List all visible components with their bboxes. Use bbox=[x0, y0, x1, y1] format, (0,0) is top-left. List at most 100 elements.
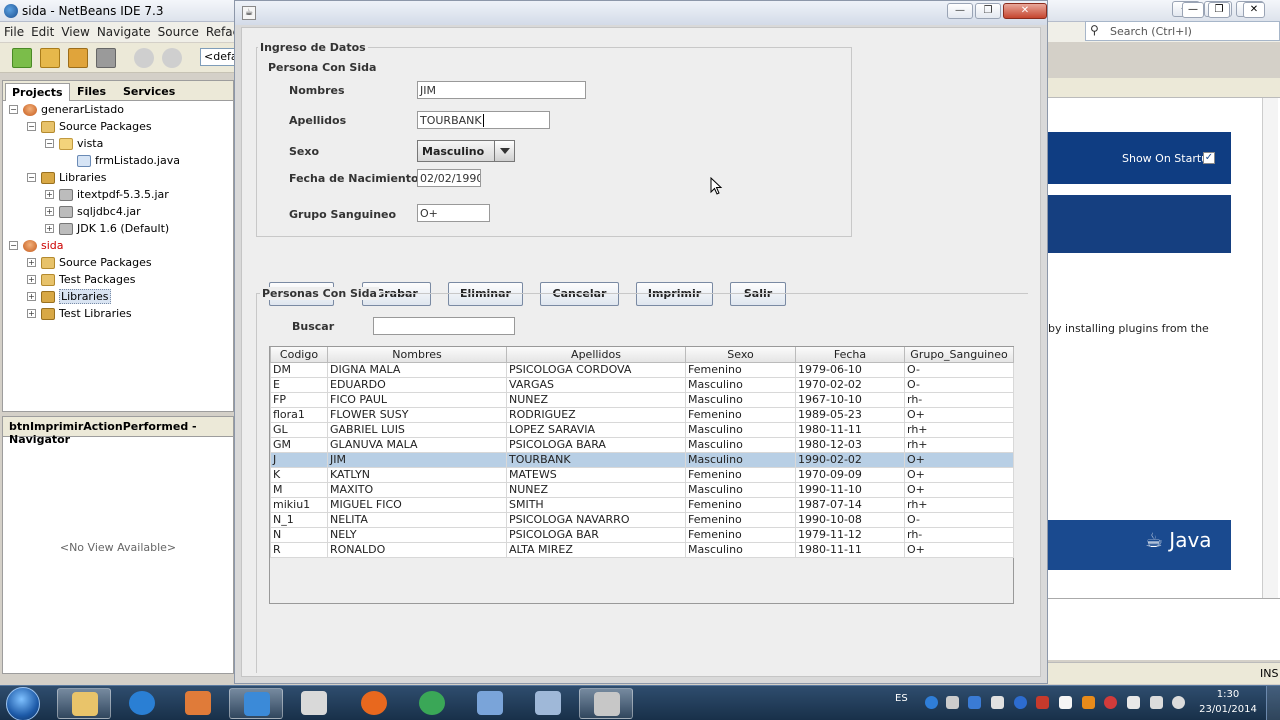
bluetooth-icon[interactable] bbox=[1014, 696, 1027, 709]
table-row[interactable]: J JIM TOURBANK Masculino 1990-02-02 O+ bbox=[270, 451, 1014, 468]
table-cell[interactable]: 1970-02-02 bbox=[795, 376, 905, 393]
table-cell[interactable]: M bbox=[270, 481, 328, 498]
menu-file[interactable]: File bbox=[4, 25, 24, 39]
table-cell[interactable]: 1990-10-08 bbox=[795, 511, 905, 528]
table-cell[interactable]: E bbox=[270, 376, 328, 393]
tree-item[interactable]: − Libraries bbox=[27, 169, 107, 186]
menu-navigate[interactable]: Navigate bbox=[97, 25, 151, 39]
taskbar-app-button[interactable] bbox=[579, 688, 633, 719]
table-cell[interactable]: PSICOLOGA NAVARRO bbox=[506, 511, 686, 528]
menu-view[interactable]: View bbox=[61, 25, 89, 39]
table-cell[interactable]: GL bbox=[270, 421, 328, 438]
table-cell[interactable]: rh+ bbox=[904, 496, 1014, 513]
tree-item[interactable]: frmListado.java bbox=[63, 152, 180, 169]
taskbar-app-button[interactable] bbox=[463, 688, 517, 719]
table-cell[interactable]: DIGNA MALA bbox=[327, 361, 507, 378]
table-cell[interactable]: TOURBANK bbox=[506, 451, 686, 468]
tab-services[interactable]: Services bbox=[117, 83, 181, 101]
table-cell[interactable]: JIM bbox=[327, 451, 507, 468]
table-cell[interactable]: FP bbox=[270, 391, 328, 408]
table-cell[interactable]: 1990-11-10 bbox=[795, 481, 905, 498]
table-cell[interactable]: Femenino bbox=[685, 406, 796, 423]
expand-icon[interactable]: + bbox=[27, 309, 36, 318]
table-cell[interactable]: Femenino bbox=[685, 511, 796, 528]
taskbar-app-button[interactable] bbox=[287, 688, 341, 719]
table-cell[interactable]: O+ bbox=[904, 481, 1014, 498]
table-cell[interactable]: NELITA bbox=[327, 511, 507, 528]
collapse-icon[interactable]: − bbox=[27, 122, 36, 131]
table-cell[interactable]: SMITH bbox=[506, 496, 686, 513]
column-header[interactable]: Fecha bbox=[795, 347, 905, 363]
column-header[interactable]: Codigo bbox=[270, 347, 328, 363]
table-cell[interactable]: KATLYN bbox=[327, 466, 507, 483]
show-on-startup-checkbox[interactable]: ✓ bbox=[1203, 152, 1215, 164]
tree-item[interactable]: + Libraries bbox=[27, 288, 111, 305]
table-cell[interactable]: O- bbox=[904, 376, 1014, 393]
ide-minimize-button[interactable]: — bbox=[1182, 2, 1204, 18]
tray-app3-icon[interactable] bbox=[991, 696, 1004, 709]
table-cell[interactable]: Masculino bbox=[685, 391, 796, 408]
fecha-nacimiento-field[interactable]: 02/02/1990 bbox=[417, 169, 481, 187]
table-cell[interactable]: 1979-06-10 bbox=[795, 361, 905, 378]
table-cell[interactable]: 1970-09-09 bbox=[795, 466, 905, 483]
column-header[interactable]: Apellidos bbox=[506, 347, 686, 363]
start-button[interactable] bbox=[6, 687, 40, 720]
expand-icon[interactable]: + bbox=[27, 292, 36, 301]
tree-item[interactable]: − generarListado bbox=[9, 101, 124, 118]
table-cell[interactable]: PSICOLOGA BARA bbox=[506, 436, 686, 453]
table-cell[interactable]: MAXITO bbox=[327, 481, 507, 498]
table-row[interactable]: GL GABRIEL LUIS LOPEZ SARAVIA Masculino 1980… bbox=[270, 421, 1014, 438]
table-cell[interactable]: K bbox=[270, 466, 328, 483]
table-cell[interactable]: O- bbox=[904, 361, 1014, 378]
table-cell[interactable]: 1980-12-03 bbox=[795, 436, 905, 453]
table-cell[interactable]: Femenino bbox=[685, 526, 796, 543]
undo-icon[interactable] bbox=[134, 48, 154, 68]
expand-icon[interactable]: + bbox=[27, 258, 36, 267]
column-header[interactable]: Nombres bbox=[327, 347, 507, 363]
tray-app2-icon[interactable] bbox=[968, 696, 981, 709]
collapse-icon[interactable]: − bbox=[9, 105, 18, 114]
table-cell[interactable]: Masculino bbox=[685, 541, 796, 558]
tree-item[interactable]: + Source Packages bbox=[27, 254, 152, 271]
table-cell[interactable]: RONALDO bbox=[327, 541, 507, 558]
form-close-button[interactable]: ✕ bbox=[1003, 3, 1047, 19]
ide-close-button[interactable]: ✕ bbox=[1243, 2, 1265, 18]
table-cell[interactable]: O+ bbox=[904, 466, 1014, 483]
table-cell[interactable]: GABRIEL LUIS bbox=[327, 421, 507, 438]
tab-projects[interactable]: Projects bbox=[5, 83, 70, 101]
table-cell[interactable]: O+ bbox=[904, 406, 1014, 423]
table-row[interactable]: flora1 FLOWER SUSY RODRIGUEZ Femenino 1989-0… bbox=[270, 406, 1014, 423]
table-cell[interactable]: rh+ bbox=[904, 436, 1014, 453]
show-desktop-button[interactable] bbox=[1266, 686, 1280, 720]
table-cell[interactable]: Masculino bbox=[685, 481, 796, 498]
taskbar-app-button[interactable] bbox=[405, 688, 459, 719]
table-cell[interactable]: N_1 bbox=[270, 511, 328, 528]
table-cell[interactable]: FLOWER SUSY bbox=[327, 406, 507, 423]
collapse-icon[interactable]: − bbox=[9, 241, 18, 250]
table-cell[interactable]: Masculino bbox=[685, 421, 796, 438]
table-cell[interactable]: NUNEZ bbox=[506, 481, 686, 498]
clock-date[interactable]: 23/01/2014 bbox=[1196, 704, 1260, 715]
tree-item[interactable]: − Source Packages bbox=[27, 118, 152, 135]
form-maximize-button[interactable]: ❐ bbox=[975, 3, 1001, 19]
menu-edit[interactable]: Edit bbox=[31, 25, 54, 39]
volume-icon[interactable] bbox=[1172, 696, 1185, 709]
table-cell[interactable]: MIGUEL FICO bbox=[327, 496, 507, 513]
table-cell[interactable]: R bbox=[270, 541, 328, 558]
table-row[interactable]: mikiu1 MIGUEL FICO SMITH Femenino 1987-07-14… bbox=[270, 496, 1014, 513]
nombres-field[interactable]: JIM bbox=[417, 81, 586, 99]
table-cell[interactable]: MATEWS bbox=[506, 466, 686, 483]
table-cell[interactable]: mikiu1 bbox=[270, 496, 328, 513]
tray-app5-icon[interactable] bbox=[1082, 696, 1095, 709]
taskbar-app-button[interactable] bbox=[229, 688, 283, 719]
table-cell[interactable]: J bbox=[270, 451, 328, 468]
network-icon[interactable] bbox=[925, 696, 938, 709]
table-cell[interactable]: 1979-11-12 bbox=[795, 526, 905, 543]
chevron-down-icon[interactable] bbox=[494, 141, 514, 161]
tree-item[interactable]: + Test Packages bbox=[27, 271, 135, 288]
collapse-icon[interactable]: − bbox=[45, 139, 54, 148]
table-cell[interactable]: 1987-07-14 bbox=[795, 496, 905, 513]
taskbar-app-button[interactable] bbox=[521, 688, 575, 719]
table-cell[interactable]: O+ bbox=[904, 451, 1014, 468]
action-center-icon[interactable] bbox=[1059, 696, 1072, 709]
